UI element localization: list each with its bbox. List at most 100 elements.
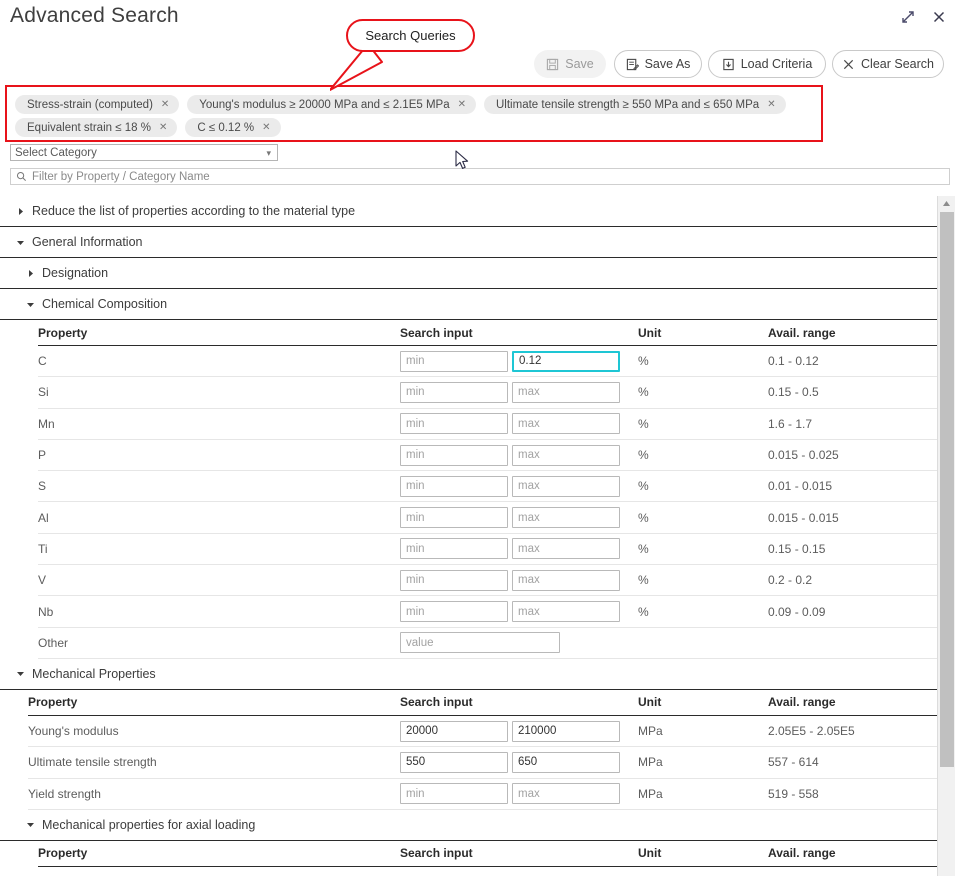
min-input[interactable]: min (400, 413, 508, 435)
min-input[interactable]: min (400, 350, 508, 372)
property-name: Nb (38, 604, 54, 619)
min-input[interactable]: min (400, 475, 508, 497)
tree-node-label: Chemical Composition (42, 297, 168, 311)
tree-node-reduce-list[interactable]: Reduce the list of properties according … (0, 196, 937, 227)
tree-node-mechanical-properties[interactable]: Mechanical Properties (0, 659, 937, 690)
tree-node-mechanical-axial[interactable]: Mechanical properties for axial loading (0, 810, 937, 841)
search-query-chip-label: Young's modulus ≥ 20000 MPa and ≤ 2.1E5 … (199, 98, 450, 111)
scroll-up-icon[interactable] (938, 196, 955, 211)
close-x-icon (843, 59, 854, 69)
load-criteria-button[interactable]: Load Criteria (708, 50, 826, 78)
chevron-down-icon (17, 672, 24, 677)
title-bar: Advanced Search (0, 0, 955, 40)
property-name: Si (38, 385, 49, 400)
max-input[interactable]: max (512, 475, 620, 497)
column-header-unit: Unit (638, 695, 662, 710)
avail-range-value: 557 - 614 (768, 755, 819, 770)
search-input-cell: min max (400, 413, 620, 435)
table-row: Ultimate tensile strength 550 650 MPa 557 - … (28, 747, 937, 779)
max-input[interactable]: max (512, 507, 620, 529)
search-input-cell: min max (400, 538, 620, 560)
tree-toggle-icon[interactable] (16, 207, 25, 216)
column-header-unit: Unit (638, 325, 662, 340)
mouse-pointer-icon (455, 150, 469, 169)
property-name: Ultimate tensile strength (28, 755, 157, 770)
properties-scroll-area: Reduce the list of properties according … (0, 196, 955, 876)
search-query-chip[interactable]: Ultimate tensile strength ≥ 550 MPa and … (484, 95, 786, 114)
expand-icon[interactable] (897, 6, 919, 28)
avail-range-value: 0.01 - 0.015 (768, 479, 833, 494)
tree-toggle-icon[interactable] (26, 269, 35, 278)
min-input[interactable]: min (400, 783, 508, 805)
search-input-cell: min max (400, 381, 620, 403)
search-input-cell: 550 650 (400, 751, 620, 773)
unit-value: % (638, 541, 649, 556)
remove-x-icon[interactable]: ✕ (159, 122, 167, 133)
remove-x-icon[interactable]: ✕ (262, 122, 270, 133)
remove-x-icon[interactable]: ✕ (458, 99, 466, 110)
min-input[interactable]: min (400, 507, 508, 529)
search-input-cell: min max (400, 601, 620, 623)
value-input[interactable]: value (400, 632, 560, 654)
select-category-dropdown[interactable]: Select Category ▾ (10, 144, 278, 161)
search-query-chip[interactable]: Stress-strain (computed) ✕ (15, 95, 180, 114)
max-input[interactable]: max (512, 538, 620, 560)
remove-x-icon[interactable]: ✕ (767, 99, 775, 110)
tree-toggle-icon[interactable] (26, 820, 35, 829)
column-header-property: Property (38, 325, 88, 340)
tree-node-chemical-composition[interactable]: Chemical Composition (0, 289, 937, 320)
tree-node-designation[interactable]: Designation (0, 258, 937, 289)
max-input[interactable]: 0.12 (512, 350, 620, 372)
save-button[interactable]: Save (534, 50, 606, 78)
tree-toggle-icon[interactable] (26, 300, 35, 309)
max-input[interactable]: max (512, 444, 620, 466)
max-input[interactable]: max (512, 783, 620, 805)
load-icon (723, 58, 734, 70)
property-name: V (38, 573, 47, 588)
avail-range-value: 519 - 558 (768, 786, 819, 801)
max-input[interactable]: 650 (512, 751, 620, 773)
filter-input[interactable]: Filter by Property / Category Name (10, 168, 950, 185)
unit-value: MPa (638, 724, 663, 739)
min-input[interactable]: min (400, 601, 508, 623)
unit-value: % (638, 479, 649, 494)
column-header-unit: Unit (638, 846, 662, 861)
remove-x-icon[interactable]: ✕ (161, 99, 169, 110)
max-input[interactable]: max (512, 569, 620, 591)
save-as-button[interactable]: Save As (614, 50, 702, 78)
vertical-scrollbar[interactable] (937, 196, 955, 876)
load-criteria-button-label: Load Criteria (740, 56, 813, 71)
max-input[interactable]: max (512, 601, 620, 623)
max-input[interactable]: max (512, 413, 620, 435)
close-icon[interactable] (928, 6, 950, 28)
callout-label: Search Queries (365, 28, 456, 43)
column-header-property: Property (28, 695, 78, 710)
min-input[interactable]: min (400, 444, 508, 466)
search-query-chip[interactable]: C ≤ 0.12 % ✕ (185, 118, 281, 137)
page-title: Advanced Search (10, 4, 179, 27)
tree-toggle-icon[interactable] (16, 669, 25, 678)
table-row: Cmin 0.12% 0.1 - 0.12 (38, 346, 937, 378)
scrollbar-thumb[interactable] (940, 212, 954, 767)
avail-range-value: 0.09 - 0.09 (768, 604, 826, 619)
unit-value: % (638, 448, 649, 463)
search-input-cell: min max (400, 569, 620, 591)
min-input[interactable]: min (400, 538, 508, 560)
property-name: Ti (38, 541, 48, 556)
avail-range-value: 2.05E5 - 2.05E5 (768, 724, 855, 739)
search-input-cell: min max (400, 507, 620, 529)
max-input[interactable]: 210000 (512, 720, 620, 742)
tree-node-label: Reduce the list of properties according … (32, 204, 356, 218)
max-input[interactable]: max (512, 381, 620, 403)
min-input[interactable]: 20000 (400, 720, 508, 742)
save-disk-icon (547, 58, 559, 70)
chevron-down-icon (17, 240, 24, 245)
clear-search-button[interactable]: Clear Search (832, 50, 944, 78)
min-input[interactable]: 550 (400, 751, 508, 773)
column-header-property: Property (38, 846, 88, 861)
tree-toggle-icon[interactable] (16, 238, 25, 247)
search-query-chip[interactable]: Equivalent strain ≤ 18 % ✕ (15, 118, 178, 137)
min-input[interactable]: min (400, 569, 508, 591)
min-input[interactable]: min (400, 381, 508, 403)
tree-node-general-information[interactable]: General Information (0, 227, 937, 258)
